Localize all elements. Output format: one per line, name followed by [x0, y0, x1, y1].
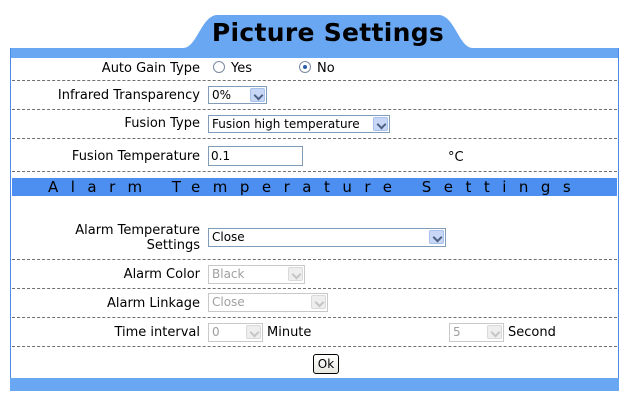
- fusion-type-select[interactable]: Fusion high temperature: [208, 115, 390, 133]
- fusion-temp-row: Fusion Temperature 0.1 °C: [12, 139, 617, 172]
- alarm-settings-label-line2: Settings: [146, 238, 200, 253]
- second-select[interactable]: 5: [449, 323, 504, 342]
- auto-gain-label: Auto Gain Type: [101, 61, 200, 76]
- alarm-color-label: Alarm Color: [123, 267, 200, 282]
- auto-gain-yes-label[interactable]: Yes: [231, 61, 252, 76]
- second-unit: Second: [508, 325, 556, 340]
- time-interval-row: Time interval 0 Minute 5 Second: [12, 318, 617, 347]
- chevron-down-icon[interactable]: [487, 325, 502, 339]
- auto-gain-yes[interactable]: Yes: [213, 61, 252, 76]
- alarm-settings-select[interactable]: Close: [208, 228, 446, 247]
- alarm-settings-label-line1: Alarm Temperature: [75, 223, 200, 238]
- fusion-temp-unit: °C: [448, 150, 464, 165]
- chevron-down-icon[interactable]: [246, 325, 261, 339]
- alarm-settings-label: Alarm Temperature Settings: [12, 223, 200, 253]
- infrared-label: Infrared Transparency: [57, 88, 200, 103]
- chevron-down-icon[interactable]: [311, 295, 326, 309]
- alarm-color-row: Alarm Color Black: [12, 260, 617, 289]
- chevron-down-icon[interactable]: [373, 117, 388, 131]
- ok-button[interactable]: Ok: [313, 354, 339, 374]
- auto-gain-yes-radio[interactable]: [213, 61, 225, 73]
- chevron-down-icon[interactable]: [250, 88, 265, 102]
- auto-gain-no-label[interactable]: No: [317, 61, 335, 76]
- chevron-down-icon[interactable]: [429, 230, 444, 244]
- fusion-type-row: Fusion Type Fusion high temperature: [12, 110, 617, 139]
- auto-gain-no-radio[interactable]: [299, 61, 311, 73]
- alarm-linkage-row: Alarm Linkage Close: [12, 289, 617, 318]
- alarm-color-value: Black: [212, 267, 245, 281]
- fusion-temp-input[interactable]: 0.1: [208, 146, 303, 166]
- alarm-settings-value: Close: [212, 230, 245, 244]
- header-tab: Picture Settings: [183, 14, 473, 48]
- auto-gain-row: Auto Gain Type Yes No: [12, 58, 617, 81]
- alarm-linkage-select[interactable]: Close: [208, 293, 328, 312]
- infrared-row: Infrared Transparency 0%: [12, 81, 617, 110]
- fusion-type-label: Fusion Type: [124, 116, 200, 131]
- infrared-value: 0%: [212, 88, 232, 102]
- fusion-temp-label: Fusion Temperature: [71, 149, 200, 164]
- minute-value: 0: [212, 325, 220, 339]
- alarm-linkage-label: Alarm Linkage: [107, 296, 200, 311]
- auto-gain-no[interactable]: No: [299, 61, 335, 76]
- chevron-down-icon[interactable]: [288, 267, 303, 281]
- minute-unit: Minute: [267, 325, 312, 340]
- alarm-settings-row: Alarm Temperature Settings Close: [12, 196, 617, 260]
- alarm-linkage-value: Close: [212, 295, 245, 309]
- fusion-type-value: Fusion high temperature: [212, 117, 360, 131]
- infrared-select[interactable]: 0%: [208, 86, 267, 104]
- second-value: 5: [453, 325, 461, 339]
- alarm-section-header: Alarm Temperature Settings: [12, 178, 617, 196]
- bottom-bar: [10, 378, 619, 391]
- minute-select[interactable]: 0: [208, 323, 263, 342]
- time-interval-label: Time interval: [114, 325, 200, 340]
- alarm-color-select[interactable]: Black: [208, 265, 305, 284]
- page-title: Picture Settings: [211, 18, 445, 47]
